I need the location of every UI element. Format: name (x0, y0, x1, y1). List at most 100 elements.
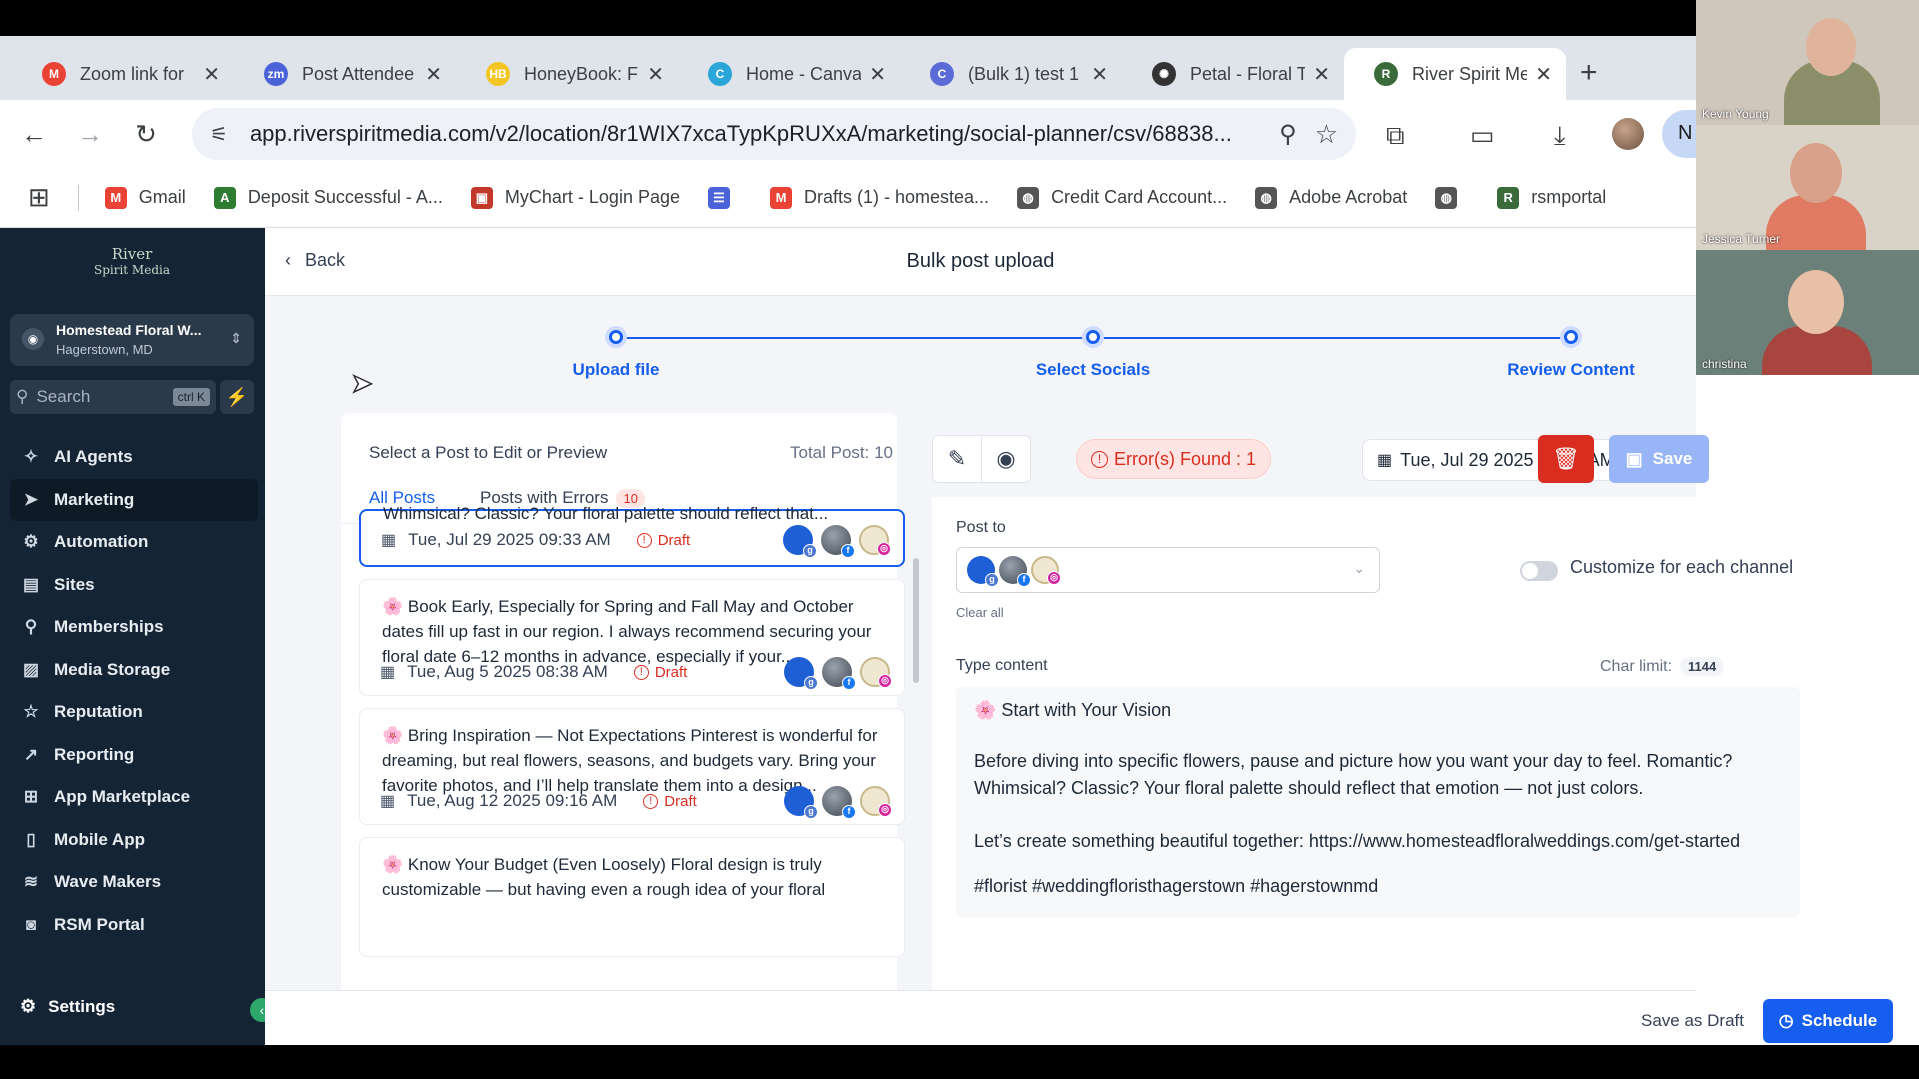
bookmark-item[interactable]: ◍ Credit Card Account... (1017, 186, 1227, 209)
bookmark-item[interactable]: ◍ Adobe Acrobat (1255, 186, 1407, 209)
step-review-content[interactable]: Review Content (1471, 326, 1671, 380)
preview-eye-icon[interactable]: ◉ (981, 435, 1031, 483)
sidebar-item-automation[interactable]: ⚙ Automation (10, 521, 258, 564)
step-label: Upload file (572, 360, 660, 379)
sidebar-item-marketing[interactable]: ➤ Marketing (10, 478, 258, 521)
bookmark-item[interactable]: M Gmail (104, 186, 186, 209)
sidebar-item-icon: ▯ (26, 829, 36, 849)
sidebar-item-reputation[interactable]: ☆ Reputation (10, 691, 258, 734)
download-icon[interactable]: ⤓ (1554, 120, 1566, 152)
sidebar-item-label: Sites (54, 574, 95, 594)
post-card[interactable]: 🌸 Bring Inspiration — Not Expectations P… (359, 708, 905, 825)
post-to-select[interactable]: g f ◎ ⌄ (956, 547, 1380, 593)
content-textarea[interactable]: 🌸 Start with Your Vision Before diving i… (956, 687, 1800, 917)
sidebar-item-mobile-app[interactable]: ▯ Mobile App (10, 819, 258, 862)
sidebar-item-settings[interactable]: ⚙ Settings (20, 996, 115, 1017)
save-button[interactable]: ▣ Save (1609, 435, 1709, 483)
location-name: Homestead Floral W... (56, 322, 202, 338)
new-tab-plus-icon[interactable]: + (1580, 56, 1598, 90)
bookmark-favicon-icon: ◍ (1017, 186, 1040, 209)
account-avatar-gbp: g (784, 786, 818, 819)
location-switcher[interactable]: ◉ Homestead Floral W... Hagerstown, MD ⇕ (10, 314, 254, 366)
post-card[interactable]: 🌸 Know Your Budget (Even Loosely) Floral… (359, 837, 905, 957)
save-as-draft-button[interactable]: Save as Draft (1641, 1011, 1744, 1031)
apps-grid-icon[interactable]: ⊞ (28, 182, 50, 213)
page-header: ‹ Back Bulk post upload (265, 228, 1696, 296)
post-card[interactable]: 🌸 Book Early, Especially for Spring and … (359, 579, 905, 696)
post-card[interactable]: Whimsical? Classic? Your floral palette … (359, 504, 905, 567)
brand-logo[interactable]: River Spirit Media (92, 246, 172, 294)
sidebar-item-reporting[interactable]: ↗ Reporting (10, 734, 258, 777)
forward-arrow-icon[interactable]: → (62, 119, 118, 150)
sidebar-item-media-storage[interactable]: ▨ Media Storage (10, 649, 258, 692)
bookmark-item[interactable]: M Drafts (1) - homestea... (770, 186, 989, 209)
url-text[interactable]: app.riverspiritmedia.com/v2/location/8r1… (250, 121, 1261, 147)
step-dot (1082, 326, 1104, 348)
char-limit-label: Char limit: (1600, 658, 1673, 675)
step-upload-file[interactable]: Upload file (516, 326, 716, 380)
close-icon[interactable]: ✕ (869, 62, 886, 87)
sidebar-item-icon: ▨ (22, 659, 40, 679)
extensions-icon[interactable]: ⧉ (1386, 120, 1405, 152)
riverspirit-icon: R (1374, 62, 1398, 86)
close-icon[interactable]: ✕ (1091, 62, 1108, 87)
site-settings-icon[interactable]: ⚟ (210, 122, 228, 147)
posts-scrollbar[interactable] (913, 558, 919, 683)
quick-action-bolt-icon[interactable]: ⚡ (220, 380, 254, 414)
profile-avatar[interactable] (1612, 118, 1644, 150)
close-icon[interactable]: ✕ (647, 62, 664, 87)
facebook-icon: f (1017, 573, 1031, 587)
bookmark-item[interactable]: A Deposit Successful - A... (213, 186, 443, 209)
floppy-icon: ▣ (1625, 448, 1643, 469)
sidebar-item-icon: ≋ (23, 872, 39, 892)
browser-tab[interactable]: ✺ Petal - Floral T ✕ (1122, 48, 1344, 100)
screen-top-bar (0, 0, 1919, 36)
close-icon[interactable]: ✕ (1313, 62, 1330, 87)
cast-icon[interactable]: ▭ (1470, 120, 1495, 151)
edit-pencil-icon[interactable]: ✎ (932, 435, 982, 483)
errors-found-badge[interactable]: ! Error(s) Found : 1 (1076, 439, 1272, 479)
browser-tab[interactable]: R River Spirit Me ✕ (1344, 48, 1566, 100)
browser-tab[interactable]: M Zoom link for ✕ (12, 48, 234, 100)
google-business-icon: g (985, 573, 999, 587)
account-avatar-instagram: ◎ (1031, 556, 1061, 585)
bookmark-item[interactable]: ◍ (1435, 186, 1469, 209)
reload-icon[interactable]: ↻ (118, 119, 174, 150)
account-avatar-facebook: f (822, 657, 856, 690)
schedule-button[interactable]: ◷ Schedule (1763, 999, 1893, 1043)
browser-tab[interactable]: zm Post Attendee ✕ (234, 48, 456, 100)
bookmark-item[interactable]: Rrsmportal (1497, 186, 1606, 209)
browser-tab[interactable]: C Home - Canva ✕ (678, 48, 900, 100)
browser-tab[interactable]: C (Bulk 1) test 1 ✕ (900, 48, 1122, 100)
sidebar-item-memberships[interactable]: ⚲ Memberships (10, 606, 258, 649)
close-icon[interactable]: ✕ (425, 62, 442, 87)
bookmark-star-icon[interactable]: ☆ (1315, 119, 1338, 150)
zoom-icon[interactable]: ⚲ (1279, 120, 1297, 149)
bookmark-item[interactable]: ☰ (708, 186, 742, 209)
bookmark-item[interactable]: ▣ MyChart - Login Page (470, 186, 680, 209)
char-limit: Char limit: 1144 (1600, 657, 1725, 676)
content-hashtags: #florist #weddingfloristhagerstown #hage… (974, 876, 1379, 896)
alert-icon: ! (636, 532, 652, 548)
facebook-icon: f (842, 676, 856, 690)
clear-all-link[interactable]: Clear all (956, 605, 1004, 620)
step-select-socials[interactable]: Select Socials (993, 326, 1193, 380)
sidebar-item-sites[interactable]: ▤ Sites (10, 564, 258, 607)
account-avatar-gbp: g (967, 556, 999, 587)
close-icon[interactable]: ✕ (203, 62, 220, 87)
browser-tab[interactable]: HB HoneyBook: Fl ✕ (456, 48, 678, 100)
address-bar[interactable]: ⚟ app.riverspiritmedia.com/v2/location/8… (192, 108, 1356, 160)
delete-button[interactable]: 🗑 (1538, 435, 1594, 483)
bookmark-favicon-icon: ▣ (470, 186, 493, 209)
back-arrow-icon[interactable]: ← (6, 119, 62, 150)
sidebar-item-icon: ➤ (23, 489, 39, 509)
sidebar-item-ai-agents[interactable]: ✧ AI Agents (10, 436, 258, 479)
customize-toggle[interactable] (1520, 561, 1558, 581)
bookmark-favicon-icon: M (104, 186, 127, 209)
sidebar-search[interactable]: ⚲ Search ctrl K (10, 380, 216, 414)
draft-status-badge: ! Draft (643, 793, 697, 810)
sidebar-item-wave-makers[interactable]: ≋ Wave Makers (10, 861, 258, 904)
sidebar-item-rsm-portal[interactable]: ◙ RSM Portal (10, 904, 258, 947)
close-icon[interactable]: ✕ (1535, 62, 1552, 87)
sidebar-item-app-marketplace[interactable]: ⊞ App Marketplace (10, 776, 258, 819)
